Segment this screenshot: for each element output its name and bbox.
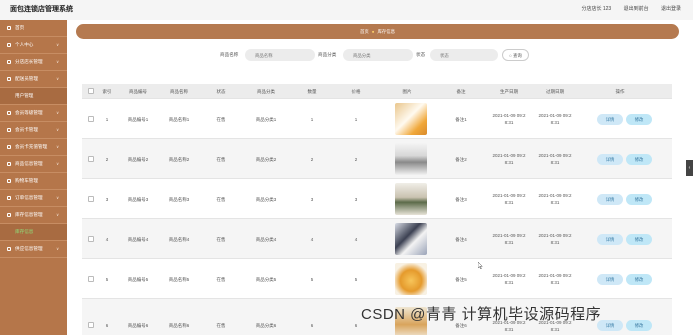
sidebar-item-orders[interactable]: 订单信息管理 ∨ xyxy=(0,190,67,207)
chevron-down-icon: ∨ xyxy=(56,127,59,132)
table-header: 索引 商品编号 商品名称 状态 商品分类 数量 价格 图片 备注 生产日期 过期… xyxy=(82,84,672,99)
menu-icon xyxy=(7,213,11,217)
chevron-down-icon: ∨ xyxy=(56,195,59,200)
menu-icon xyxy=(7,247,11,251)
mouse-cursor-icon xyxy=(478,262,483,269)
home-icon xyxy=(7,26,11,30)
header-code: 商品编号 xyxy=(129,89,147,94)
edit-button[interactable]: 修改 xyxy=(626,194,652,205)
top-bar: 面包连锁店管理系统 分店店长 123 退出到前台 退出登录 xyxy=(0,0,693,20)
status-input[interactable] xyxy=(430,49,498,61)
table-row: 3 商品编号3 商品名称3 在售 商品分类3 3 3 备注3 2021-01-0… xyxy=(82,179,672,219)
current-user-label: 分店店长 123 xyxy=(581,6,612,12)
sidebar-item-inventory-info[interactable]: 库存信息 xyxy=(0,224,67,241)
row-checkbox[interactable] xyxy=(88,116,94,122)
detail-button[interactable]: 详情 xyxy=(597,274,623,285)
sidebar-item-home[interactable]: 首页 xyxy=(0,20,67,37)
back-to-frontend-link[interactable]: 退出到前台 xyxy=(624,6,649,12)
chevron-down-icon: ∨ xyxy=(56,161,59,166)
row-checkbox[interactable] xyxy=(88,322,94,328)
edit-button[interactable]: 修改 xyxy=(626,234,652,245)
row-checkbox[interactable] xyxy=(88,156,94,162)
inventory-table: 索引 商品编号 商品名称 状态 商品分类 数量 价格 图片 备注 生产日期 过期… xyxy=(82,84,672,335)
menu-icon xyxy=(7,128,11,132)
table-row: 1 商品编号1 商品名称1 在售 商品分类1 1 1 备注1 2021-01-0… xyxy=(82,99,672,139)
header-exp-date: 过期日期 xyxy=(546,89,564,94)
sidebar-item-member-level[interactable]: 会员等级管理 ∨ xyxy=(0,105,67,122)
user-icon xyxy=(7,43,11,47)
product-image xyxy=(395,183,427,215)
header-price: 价格 xyxy=(351,89,361,94)
sidebar: 首页 个人中心 ∨ 分店店长管理 ∨ 配送员管理 ∨ 用户管理 会员等级管理 ∨ 会员卡… xyxy=(0,20,67,335)
detail-button[interactable]: 详情 xyxy=(597,154,623,165)
row-checkbox[interactable] xyxy=(88,276,94,282)
table-row: 2 商品编号2 商品名称2 在售 商品分类2 2 2 备注2 2021-01-0… xyxy=(82,139,672,179)
edit-button[interactable]: 修改 xyxy=(626,274,652,285)
menu-icon xyxy=(7,196,11,200)
header-qty: 数量 xyxy=(307,89,317,94)
breadcrumb: 首页 ● 库存信息 xyxy=(76,24,679,39)
sidebar-item-inventory[interactable]: 库存信息管理 ∨ xyxy=(0,207,67,224)
chevron-down-icon: ∨ xyxy=(56,212,59,217)
product-image xyxy=(395,143,427,175)
chevron-down-icon: ∨ xyxy=(56,144,59,149)
header-status: 状态 xyxy=(216,89,226,94)
menu-icon xyxy=(7,145,11,149)
watermark: CSDN @青青 计算机毕设源码程序 xyxy=(361,306,602,323)
chevron-down-icon: ∨ xyxy=(56,110,59,115)
breadcrumb-separator-icon: ● xyxy=(371,29,375,34)
breadcrumb-home[interactable]: 首页 xyxy=(360,29,369,34)
side-collapse-handle[interactable]: ‹ xyxy=(686,160,693,176)
search-bar: 商品名称 商品分类 状态 ○ 查询 xyxy=(0,49,693,61)
page: 面包连锁店管理系统 分店店长 123 退出到前台 退出登录 首页 个人中心 ∨ 分… xyxy=(0,0,693,335)
top-links: 分店店长 123 退出到前台 退出登录 xyxy=(570,5,681,12)
menu-icon xyxy=(7,111,11,115)
table-row: 5 商品编号5 商品名称5 在售 商品分类5 5 5 备注5 2021-01-0… xyxy=(82,259,672,299)
header-actions: 操作 xyxy=(615,89,625,94)
detail-button[interactable]: 详情 xyxy=(597,114,623,125)
header-prod-date: 生产日期 xyxy=(500,89,518,94)
product-category-input[interactable] xyxy=(343,49,413,61)
sidebar-item-cart[interactable]: 购物车管理 xyxy=(0,173,67,190)
sidebar-item-courier[interactable]: 配送员管理 ∨ xyxy=(0,71,67,88)
header-note: 备注 xyxy=(456,89,466,94)
detail-button[interactable]: 详情 xyxy=(597,234,623,245)
chevron-down-icon: ∨ xyxy=(56,246,59,251)
sidebar-item-card-recharge[interactable]: 会员卡充值管理 ∨ xyxy=(0,139,67,156)
sidebar-item-product-info[interactable]: 商品信息管理 ∨ xyxy=(0,156,67,173)
status-label: 状态 xyxy=(416,52,426,57)
header-index: 索引 xyxy=(102,89,112,94)
header-image: 图片 xyxy=(402,89,412,94)
product-image xyxy=(395,103,427,135)
row-checkbox[interactable] xyxy=(88,236,94,242)
header-category: 商品分类 xyxy=(257,89,275,94)
menu-icon xyxy=(7,162,11,166)
search-button[interactable]: ○ 查询 xyxy=(502,49,529,61)
sidebar-item-users[interactable]: 用户管理 xyxy=(0,88,67,105)
chevron-down-icon: ∨ xyxy=(56,42,59,47)
logout-link[interactable]: 退出登录 xyxy=(661,6,681,12)
table-row: 4 商品编号4 商品名称4 在售 商品分类4 4 4 备注4 2021-01-0… xyxy=(82,219,672,259)
chevron-down-icon: ∨ xyxy=(56,76,59,81)
product-name-label: 商品名称 xyxy=(220,52,239,57)
menu-icon xyxy=(7,77,11,81)
header-name: 商品名称 xyxy=(170,89,188,94)
product-image xyxy=(395,263,427,295)
app-title: 面包连锁店管理系统 xyxy=(10,6,73,13)
select-all-checkbox[interactable] xyxy=(88,88,94,94)
menu-icon xyxy=(7,179,11,183)
sidebar-item-supply[interactable]: 供应信息管理 ∨ xyxy=(0,241,67,258)
edit-button[interactable]: 修改 xyxy=(626,320,652,331)
edit-button[interactable]: 修改 xyxy=(626,114,652,125)
product-image xyxy=(395,223,427,255)
edit-button[interactable]: 修改 xyxy=(626,154,652,165)
detail-button[interactable]: 详情 xyxy=(597,194,623,205)
product-name-input[interactable] xyxy=(245,49,315,61)
row-checkbox[interactable] xyxy=(88,196,94,202)
product-category-label: 商品分类 xyxy=(318,52,337,57)
breadcrumb-current: 库存信息 xyxy=(377,29,396,34)
sidebar-item-member-card[interactable]: 会员卡管理 ∨ xyxy=(0,122,67,139)
